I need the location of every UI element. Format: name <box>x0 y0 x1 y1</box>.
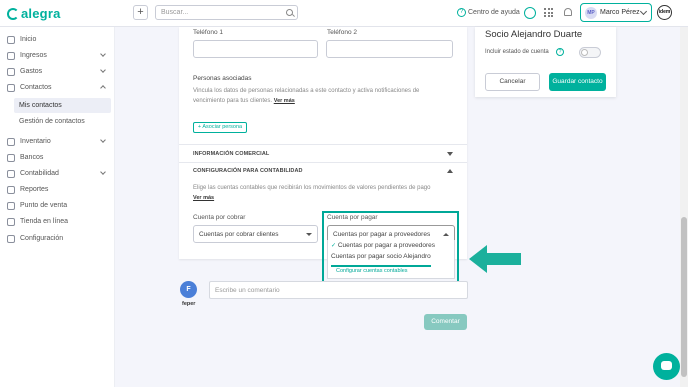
income-icon <box>7 51 15 60</box>
sidebar-item-inventario[interactable]: Inventario <box>0 134 115 149</box>
cancel-button[interactable]: Cancelar <box>485 73 540 91</box>
chevron-down-icon[interactable] <box>447 152 453 156</box>
sidebar-item-bancos[interactable]: Bancos <box>0 150 115 165</box>
sidebar-item-punto-de-venta[interactable]: Punto de venta <box>0 198 115 213</box>
comment-user-name: feper <box>182 301 196 307</box>
sidebar-item-contabilidad[interactable]: Contabilidad <box>0 166 115 181</box>
comment-input[interactable]: Escribe un comentario <box>209 281 468 299</box>
phone1-input[interactable] <box>193 40 318 58</box>
scrollbar-thumb[interactable] <box>681 217 687 377</box>
user-name: Marco Pérez <box>600 9 640 16</box>
logo-text: alegra <box>21 6 61 21</box>
inventory-icon <box>7 137 15 146</box>
chevron-down-icon <box>639 7 648 16</box>
sidebar-item-label: Inicio <box>20 36 37 43</box>
search-input[interactable]: Buscar... <box>155 5 298 20</box>
accounting-config-section[interactable]: CONFIGURACIÓN PARA CONTABILIDAD <box>193 168 303 174</box>
sidebar-item-contactos[interactable]: Contactos <box>0 80 115 95</box>
top-bar: alegra + Buscar... ? Centro de ayuda MP … <box>0 0 688 27</box>
search-placeholder: Buscar... <box>161 9 189 16</box>
highlight-box <box>322 211 459 284</box>
caret-down-icon <box>306 233 312 236</box>
chat-support-icon[interactable] <box>653 353 680 380</box>
chevron-down-icon <box>100 169 106 175</box>
sidebar-item-label: Configuración <box>20 235 64 242</box>
sidebar-item-label: Contabilidad <box>20 170 59 177</box>
avatar: F <box>180 281 197 298</box>
see-more-link[interactable]: Ver más <box>193 195 214 201</box>
toggle-knob <box>581 49 588 56</box>
help-icon: ? <box>457 8 466 17</box>
apps-grid-icon[interactable] <box>544 8 553 17</box>
sidebar-item-gestion-contactos[interactable]: Gestión de contactos <box>14 114 111 129</box>
associated-title: Personas asociadas <box>193 75 252 82</box>
sidebar-item-tienda[interactable]: Tienda en línea <box>0 214 115 229</box>
sidebar-item-reportes[interactable]: Reportes <box>0 182 115 197</box>
divider <box>179 144 467 145</box>
accounting-description: Elige las cuentas contables que recibirá… <box>193 183 455 203</box>
associated-desc-text: Vincula los datos de personas relacionad… <box>193 88 420 104</box>
phone2-label: Teléfono 2 <box>327 29 357 36</box>
new-item-button[interactable]: + <box>133 5 148 20</box>
commercial-info-section[interactable]: INFORMACIÓN COMERCIAL <box>193 151 269 157</box>
comment-placeholder: Escribe un comentario <box>215 287 280 294</box>
sidebar-item-gastos[interactable]: Gastos <box>0 64 115 79</box>
sidebar-item-inicio[interactable]: Inicio <box>0 32 115 47</box>
help-center-label: Centro de ayuda <box>468 9 520 16</box>
accounting-icon <box>7 169 15 178</box>
chat-icon[interactable] <box>524 7 536 19</box>
phone2-input[interactable] <box>326 40 453 58</box>
comment-button[interactable]: Comentar <box>424 314 467 330</box>
sidebar-item-label: Contactos <box>20 84 52 91</box>
contacts-icon <box>7 83 15 92</box>
receivable-account-select[interactable]: Cuentas por cobrar clientes <box>193 225 318 243</box>
sidebar-item-label: Gastos <box>20 68 43 75</box>
contact-summary-panel: Socio Alejandro Duarte Incluir estado de… <box>475 27 616 97</box>
account-status-toggle[interactable] <box>579 47 601 58</box>
notifications-bell-icon[interactable] <box>564 8 572 16</box>
contact-name-title: Socio Alejandro Duarte <box>485 29 583 40</box>
phone1-label: Teléfono 1 <box>193 29 223 36</box>
chevron-down-icon <box>100 51 106 57</box>
receivable-label: Cuenta por cobrar <box>193 214 246 221</box>
sidebar-item-ingresos[interactable]: Ingresos <box>0 48 115 63</box>
sidebar-item-label: Ingresos <box>20 52 47 59</box>
sidebar-item-configuracion[interactable]: Configuración <box>0 231 115 246</box>
store-icon <box>7 217 15 226</box>
see-more-link[interactable]: Ver más <box>274 98 295 104</box>
expenses-icon <box>7 67 15 76</box>
chevron-down-icon <box>100 67 106 73</box>
divider <box>179 162 467 163</box>
sidebar-item-label: Reportes <box>20 186 49 193</box>
chevron-down-icon <box>100 137 106 143</box>
settings-icon <box>7 234 15 243</box>
accounting-desc-text: Elige las cuentas contables que recibirá… <box>193 185 431 191</box>
logo-mark-icon <box>7 7 19 20</box>
help-icon[interactable]: ? <box>556 48 564 56</box>
save-contact-button[interactable]: Guardar contacto <box>549 73 606 91</box>
sidebar-item-label: Tienda en línea <box>20 218 68 225</box>
sidebar-item-label: Bancos <box>20 154 44 161</box>
sidebar-item-label: Inventario <box>20 138 51 145</box>
associate-person-button[interactable]: + Asociar persona <box>193 122 247 133</box>
alegra-logo[interactable]: alegra <box>7 6 61 21</box>
chevron-up-icon[interactable] <box>447 169 453 173</box>
help-center-link[interactable]: ? Centro de ayuda <box>457 8 520 17</box>
chevron-up-icon <box>100 85 106 91</box>
reports-icon <box>7 185 15 194</box>
account-status-label: Incluir estado de cuenta <box>485 49 549 55</box>
pos-icon <box>7 201 15 210</box>
company-logo[interactable]: idem <box>657 5 672 20</box>
avatar: MP <box>585 7 597 19</box>
sidebar-item-label: Punto de venta <box>20 202 68 209</box>
sidebar-item-mis-contactos[interactable]: Mis contactos <box>14 98 111 113</box>
sidebar: Inicio Ingresos Gastos Contactos Mis con… <box>0 27 115 387</box>
home-icon <box>7 35 15 44</box>
associated-description: Vincula los datos de personas relacionad… <box>193 86 453 106</box>
annotation-arrow-icon <box>469 245 521 273</box>
search-icon[interactable] <box>286 9 293 16</box>
user-menu[interactable]: MP Marco Pérez <box>580 3 652 22</box>
bank-icon <box>7 153 15 162</box>
receivable-value: Cuentas por cobrar clientes <box>199 231 279 238</box>
